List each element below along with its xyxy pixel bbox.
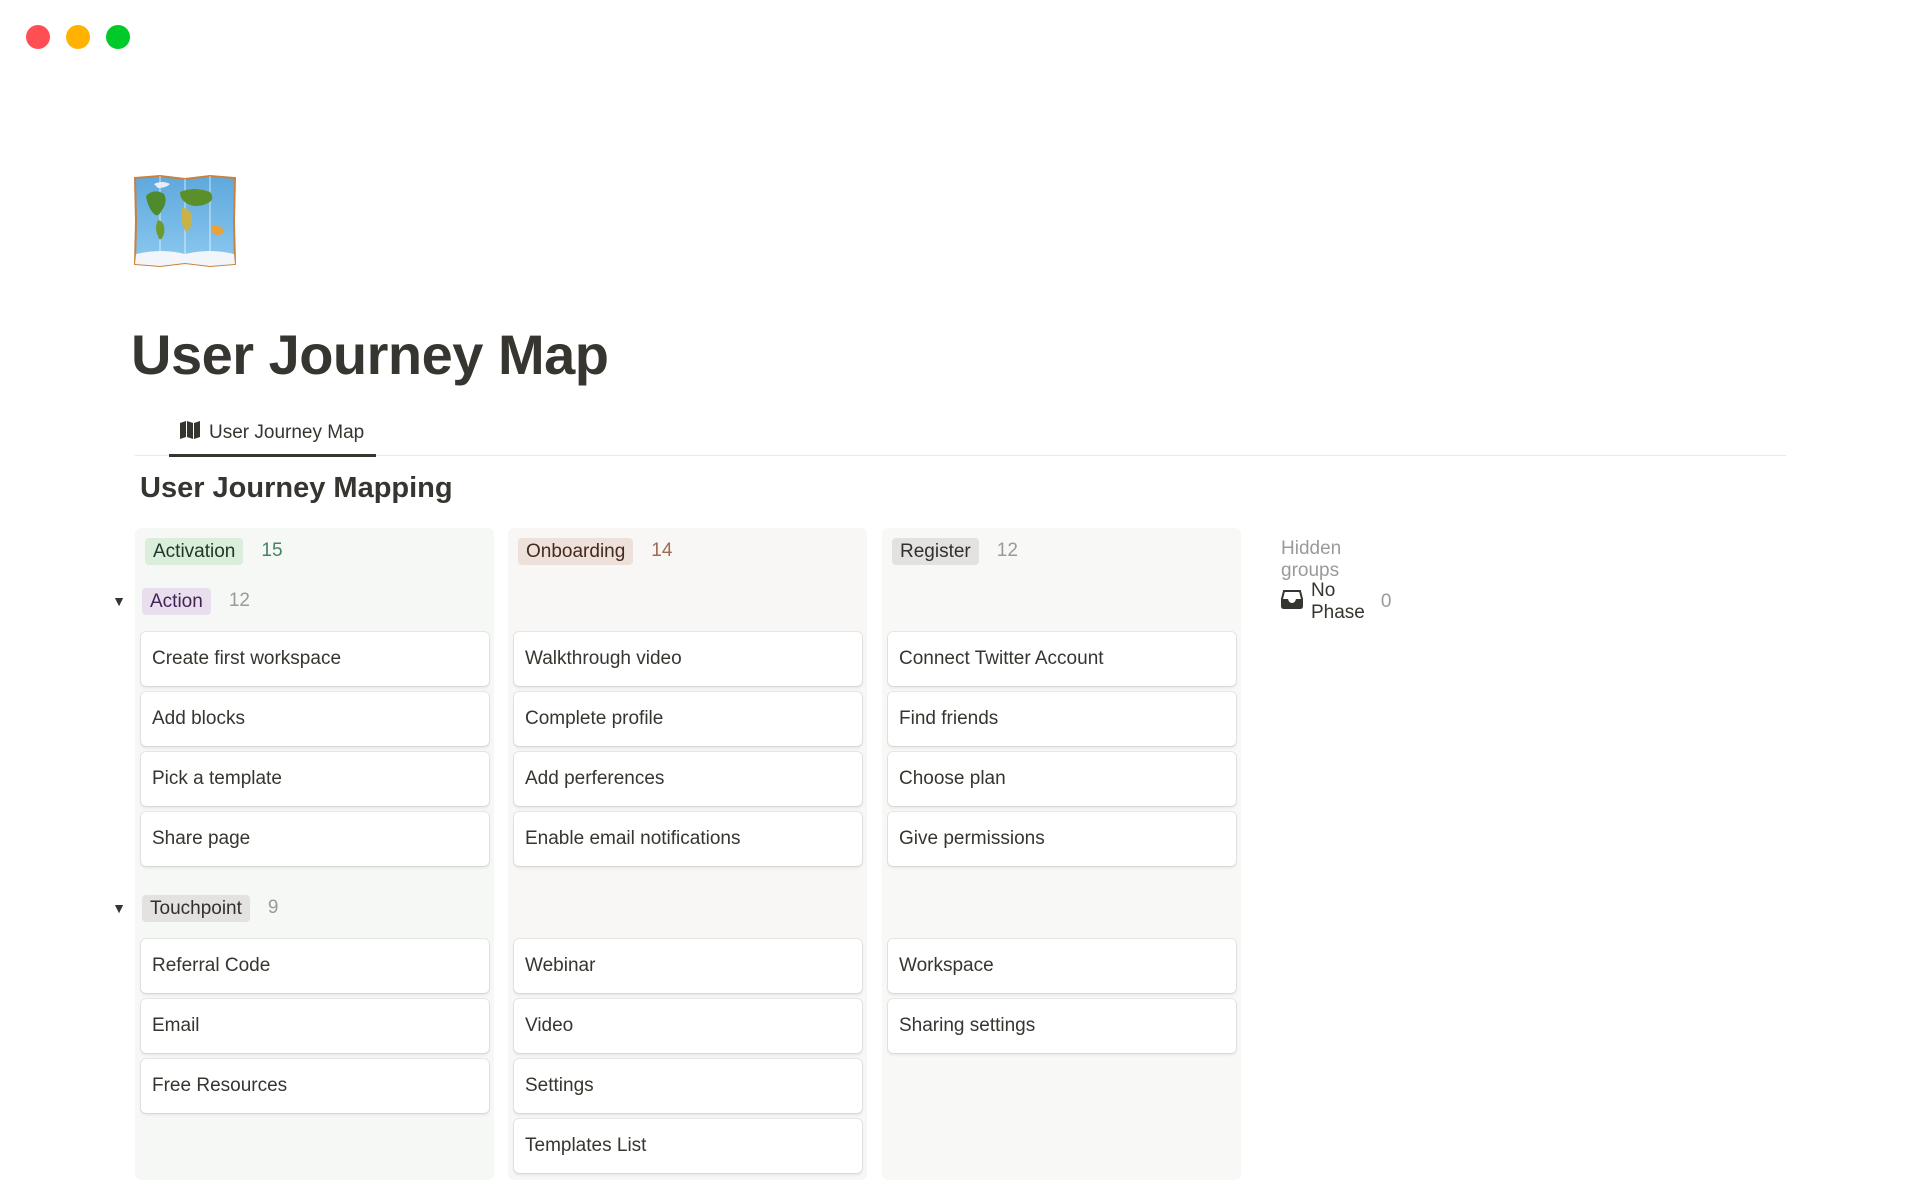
column-count: 14 <box>651 540 673 561</box>
hidden-group-label: No Phase <box>1311 580 1365 623</box>
board-card[interactable]: Give permissions <box>888 812 1236 866</box>
tab-user-journey-map[interactable]: User Journey Map <box>169 410 377 457</box>
collapse-toggle-icon[interactable]: ▼ <box>108 593 130 609</box>
board-card[interactable]: Settings <box>514 1059 862 1113</box>
board-card[interactable]: Connect Twitter Account <box>888 632 1236 686</box>
board-card[interactable]: Referral Code <box>141 939 489 993</box>
board-card[interactable]: Workspace <box>888 939 1236 993</box>
group-header-action: ▼ Action 12 <box>108 586 250 616</box>
column-count: 12 <box>996 540 1018 561</box>
column-label: Activation <box>145 537 244 565</box>
column-count: 15 <box>261 540 283 561</box>
board-card[interactable]: Choose plan <box>888 752 1236 806</box>
board-card[interactable]: Pick a template <box>141 752 489 806</box>
group-label: Action <box>142 587 211 615</box>
board-card[interactable]: Add blocks <box>141 692 489 746</box>
board-card[interactable]: Video <box>514 999 862 1053</box>
board-card[interactable]: Sharing settings <box>888 999 1236 1053</box>
group-header-touchpoint: ▼ Touchpoint 9 <box>108 893 278 923</box>
column-header-activation[interactable]: Activation 15 <box>135 536 283 566</box>
column-label: Register <box>892 537 979 565</box>
column-header-register[interactable]: Register 12 <box>882 536 1018 566</box>
board-card[interactable]: Walkthrough video <box>514 632 862 686</box>
board-card[interactable]: Complete profile <box>514 692 862 746</box>
hidden-groups-label: Hidden groups <box>1281 538 1342 581</box>
board-card[interactable]: Add perferences <box>514 752 862 806</box>
board-card[interactable]: Webinar <box>514 939 862 993</box>
window-controls <box>26 25 130 49</box>
minimize-window-button[interactable] <box>66 25 90 49</box>
board-card[interactable]: Templates List <box>514 1119 862 1173</box>
board-card[interactable]: Find friends <box>888 692 1236 746</box>
view-tabs: User Journey Map <box>135 410 1786 457</box>
board-card[interactable]: Share page <box>141 812 489 866</box>
column-label: Onboarding <box>518 537 634 565</box>
maximize-window-button[interactable] <box>106 25 130 49</box>
close-window-button[interactable] <box>26 25 50 49</box>
column-header-onboarding[interactable]: Onboarding 14 <box>508 536 672 566</box>
map-icon <box>179 421 201 445</box>
board-card[interactable]: Email <box>141 999 489 1053</box>
page-title: User Journey Map <box>131 323 609 386</box>
database-title[interactable]: User Journey Mapping <box>140 472 453 505</box>
world-map-icon[interactable] <box>132 174 238 268</box>
hidden-group-no-phase[interactable]: No Phase 0 <box>1281 580 1391 624</box>
group-label: Touchpoint <box>142 894 250 922</box>
tab-label: User Journey Map <box>209 422 365 443</box>
group-count: 9 <box>267 897 279 918</box>
hidden-group-count: 0 <box>1380 591 1392 612</box>
board-card[interactable]: Create first workspace <box>141 632 489 686</box>
group-count: 12 <box>228 590 250 611</box>
inbox-icon <box>1281 589 1303 615</box>
board-card[interactable]: Enable email notifications <box>514 812 862 866</box>
board-card[interactable]: Free Resources <box>141 1059 489 1113</box>
collapse-toggle-icon[interactable]: ▼ <box>108 900 130 916</box>
